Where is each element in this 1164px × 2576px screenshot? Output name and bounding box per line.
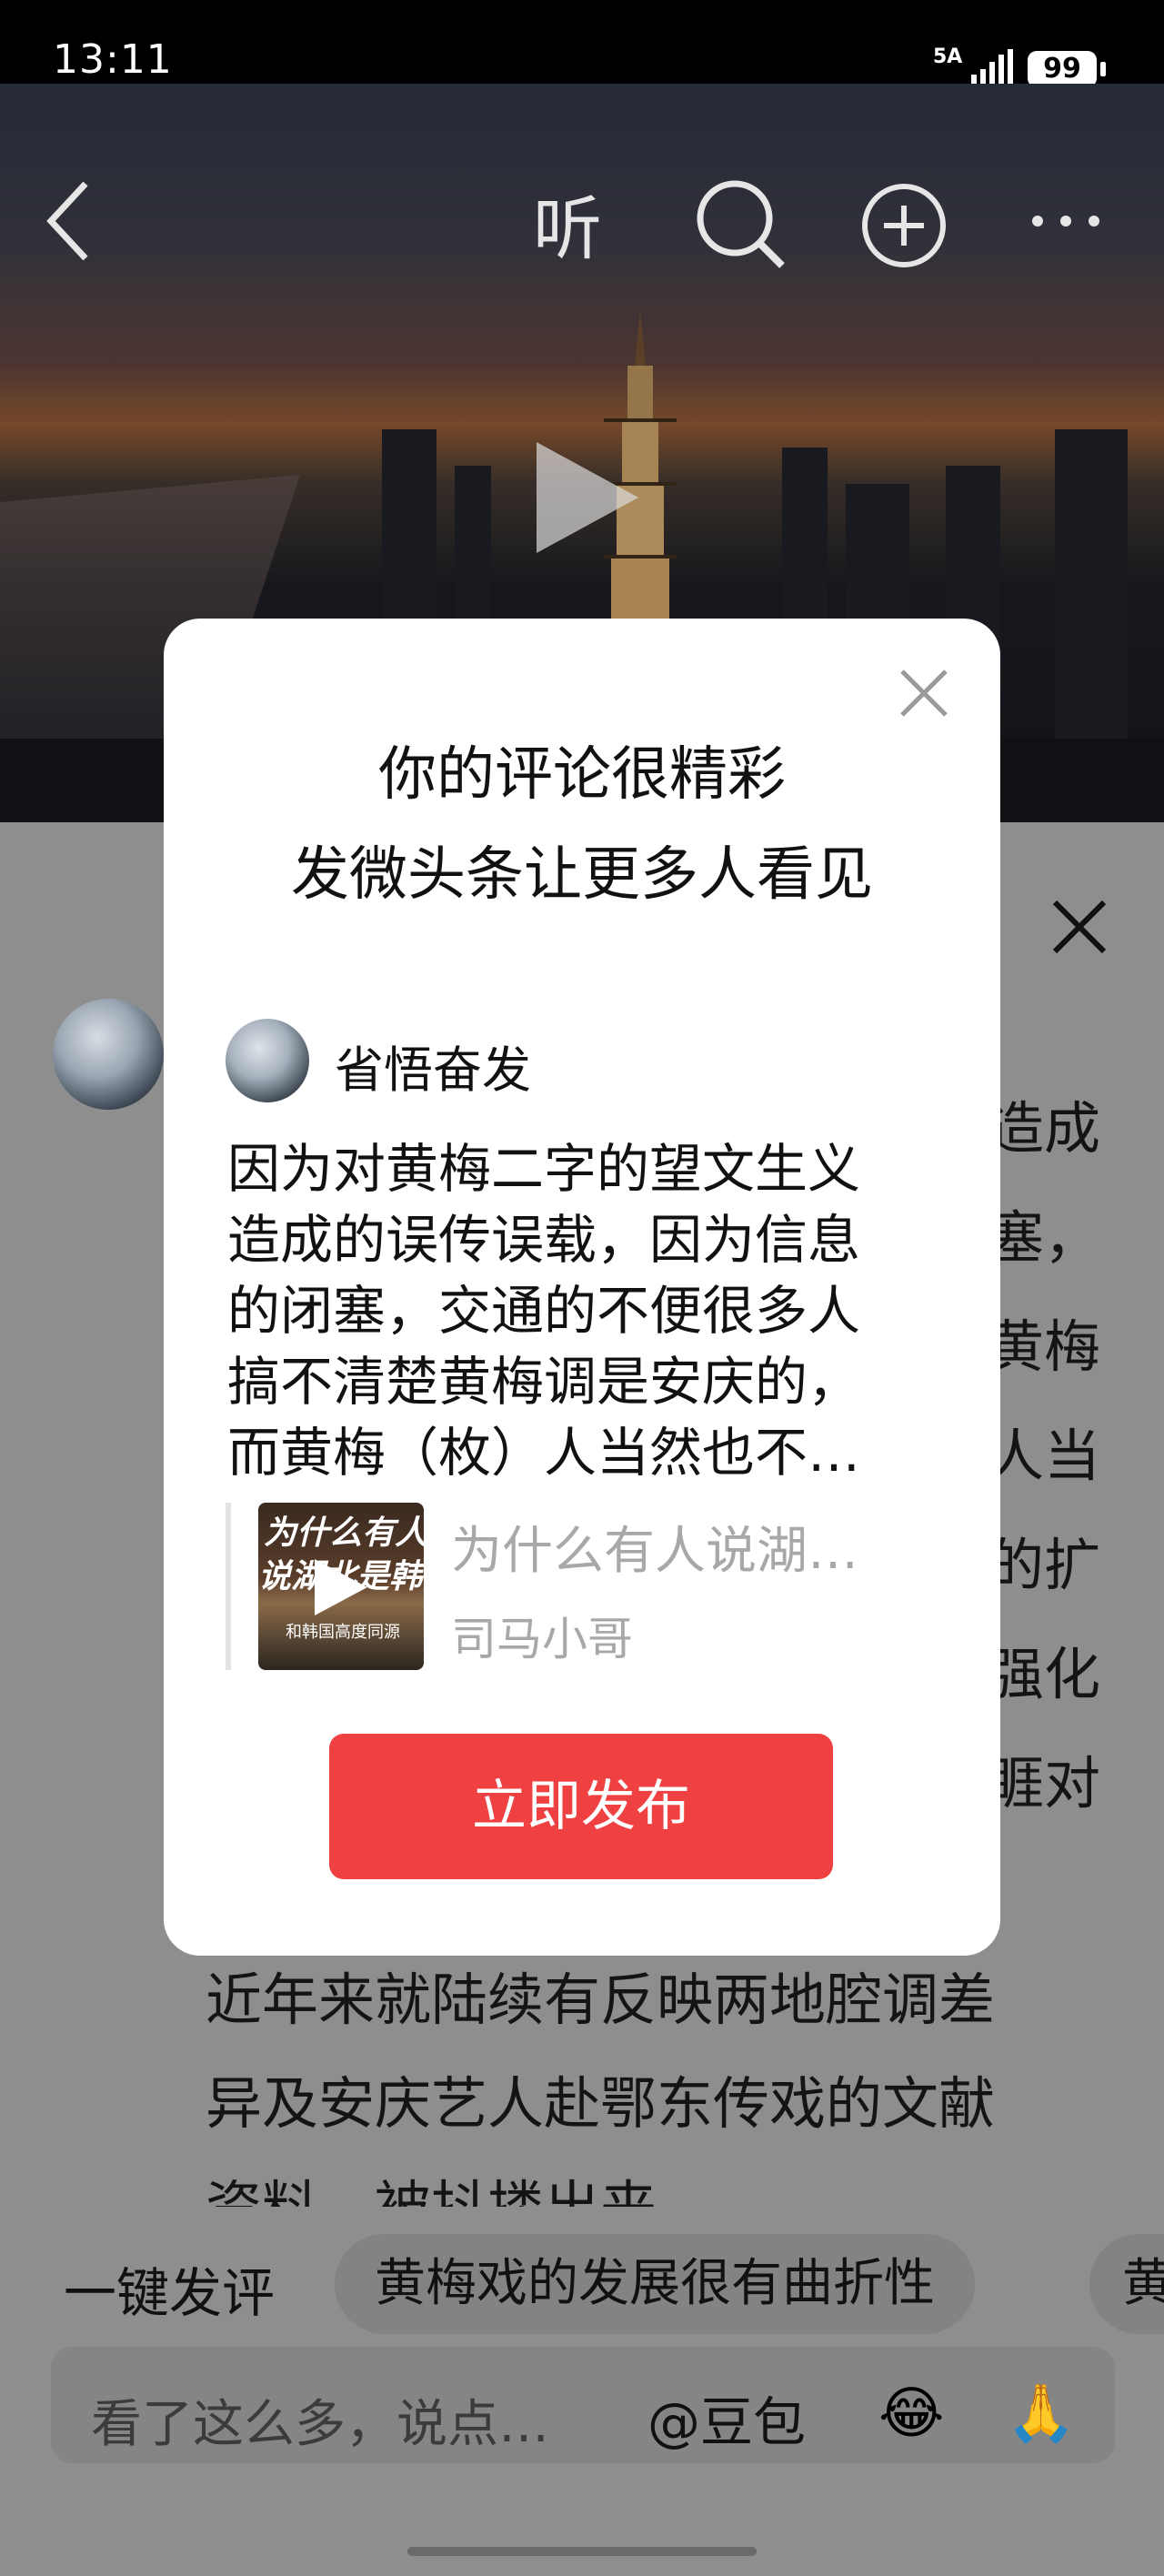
dialog-subtitle: 发微头条让更多人看见 [291,841,873,909]
add-icon[interactable] [860,182,948,269]
dialog-title: 你的评论很精彩 [378,741,786,809]
dialog-close-icon[interactable] [898,668,949,719]
play-icon[interactable] [533,438,642,557]
listen-button[interactable]: 听 [533,173,602,273]
quoted-article-title: 为什么有人说湖… [451,1522,858,1581]
thumbnail-play-icon [315,1559,367,1615]
comment-text-line: 资料，被抖搂出来 [206,2161,657,2207]
username: 省悟奋发 [335,1041,531,1099]
comment-line: 搞不清楚黄梅调是安庆的， [227,1351,861,1413]
pray-emoji-icon[interactable]: 🙏 [1006,2380,1076,2447]
thumbnail-title-line: 为什么有人 [264,1514,424,1552]
comment-text-fragment: 强化 [988,1641,1101,1707]
comment-line: 而黄梅（枚）人当然也不… [227,1422,861,1484]
comment-text-line: 近年来就陆续有反映两地腔调差 [206,1967,996,2033]
status-time: 13:11 [53,36,173,83]
comment-text-fragment: 塞， [988,1204,1101,1271]
quick-comment-label: 一键发评 [64,2262,276,2324]
more-icon[interactable] [1031,215,1100,227]
comment-text-fragment: 造成 [988,1095,1101,1162]
comment-line: 造成的误传误载，因为信息 [227,1209,861,1271]
comment-line: 的闭塞，交通的不便很多人 [227,1280,861,1342]
avatar[interactable] [53,999,164,1110]
comment-text-fragment: 睚对 [988,1750,1101,1816]
quote-bar [226,1503,231,1670]
comment-line: 因为对黄梅二字的望文生义 [227,1138,861,1200]
user-avatar [226,1019,309,1102]
battery-tip [1100,62,1106,76]
back-icon[interactable] [45,180,91,262]
mention-doubao-button[interactable]: @豆包 [647,2380,806,2456]
publish-button[interactable]: 立即发布 [329,1734,833,1879]
comment-text-line: 异及安庆艺人赴鄂东传戏的文献 [206,2070,996,2137]
search-icon[interactable] [695,178,786,269]
comment-input-placeholder[interactable]: 看了这么多，说点… [91,2383,549,2457]
status-bar: 13:11 5A 99 [0,0,1164,87]
thumbnail-caption: 和韩国高度同源 [286,1623,400,1642]
suggested-comment-chip[interactable]: 黄梅戏的发展很有曲折性 [335,2234,975,2334]
quoted-article-author: 司马小哥 [451,1613,633,1665]
battery-icon: 99 [1028,51,1097,87]
home-indicator [407,2547,757,2556]
comment-text-fragment: 黄梅 [988,1313,1101,1380]
comment-text-fragment: 人当 [988,1423,1101,1489]
video-thumbnail: 为什么有人 说湖北是韩国 和韩国高度同源 [258,1503,424,1670]
laugh-emoji-icon[interactable]: 😂 [878,2380,944,2446]
close-icon[interactable] [1051,899,1108,955]
comment-text-fragment: 的扩 [988,1532,1101,1598]
